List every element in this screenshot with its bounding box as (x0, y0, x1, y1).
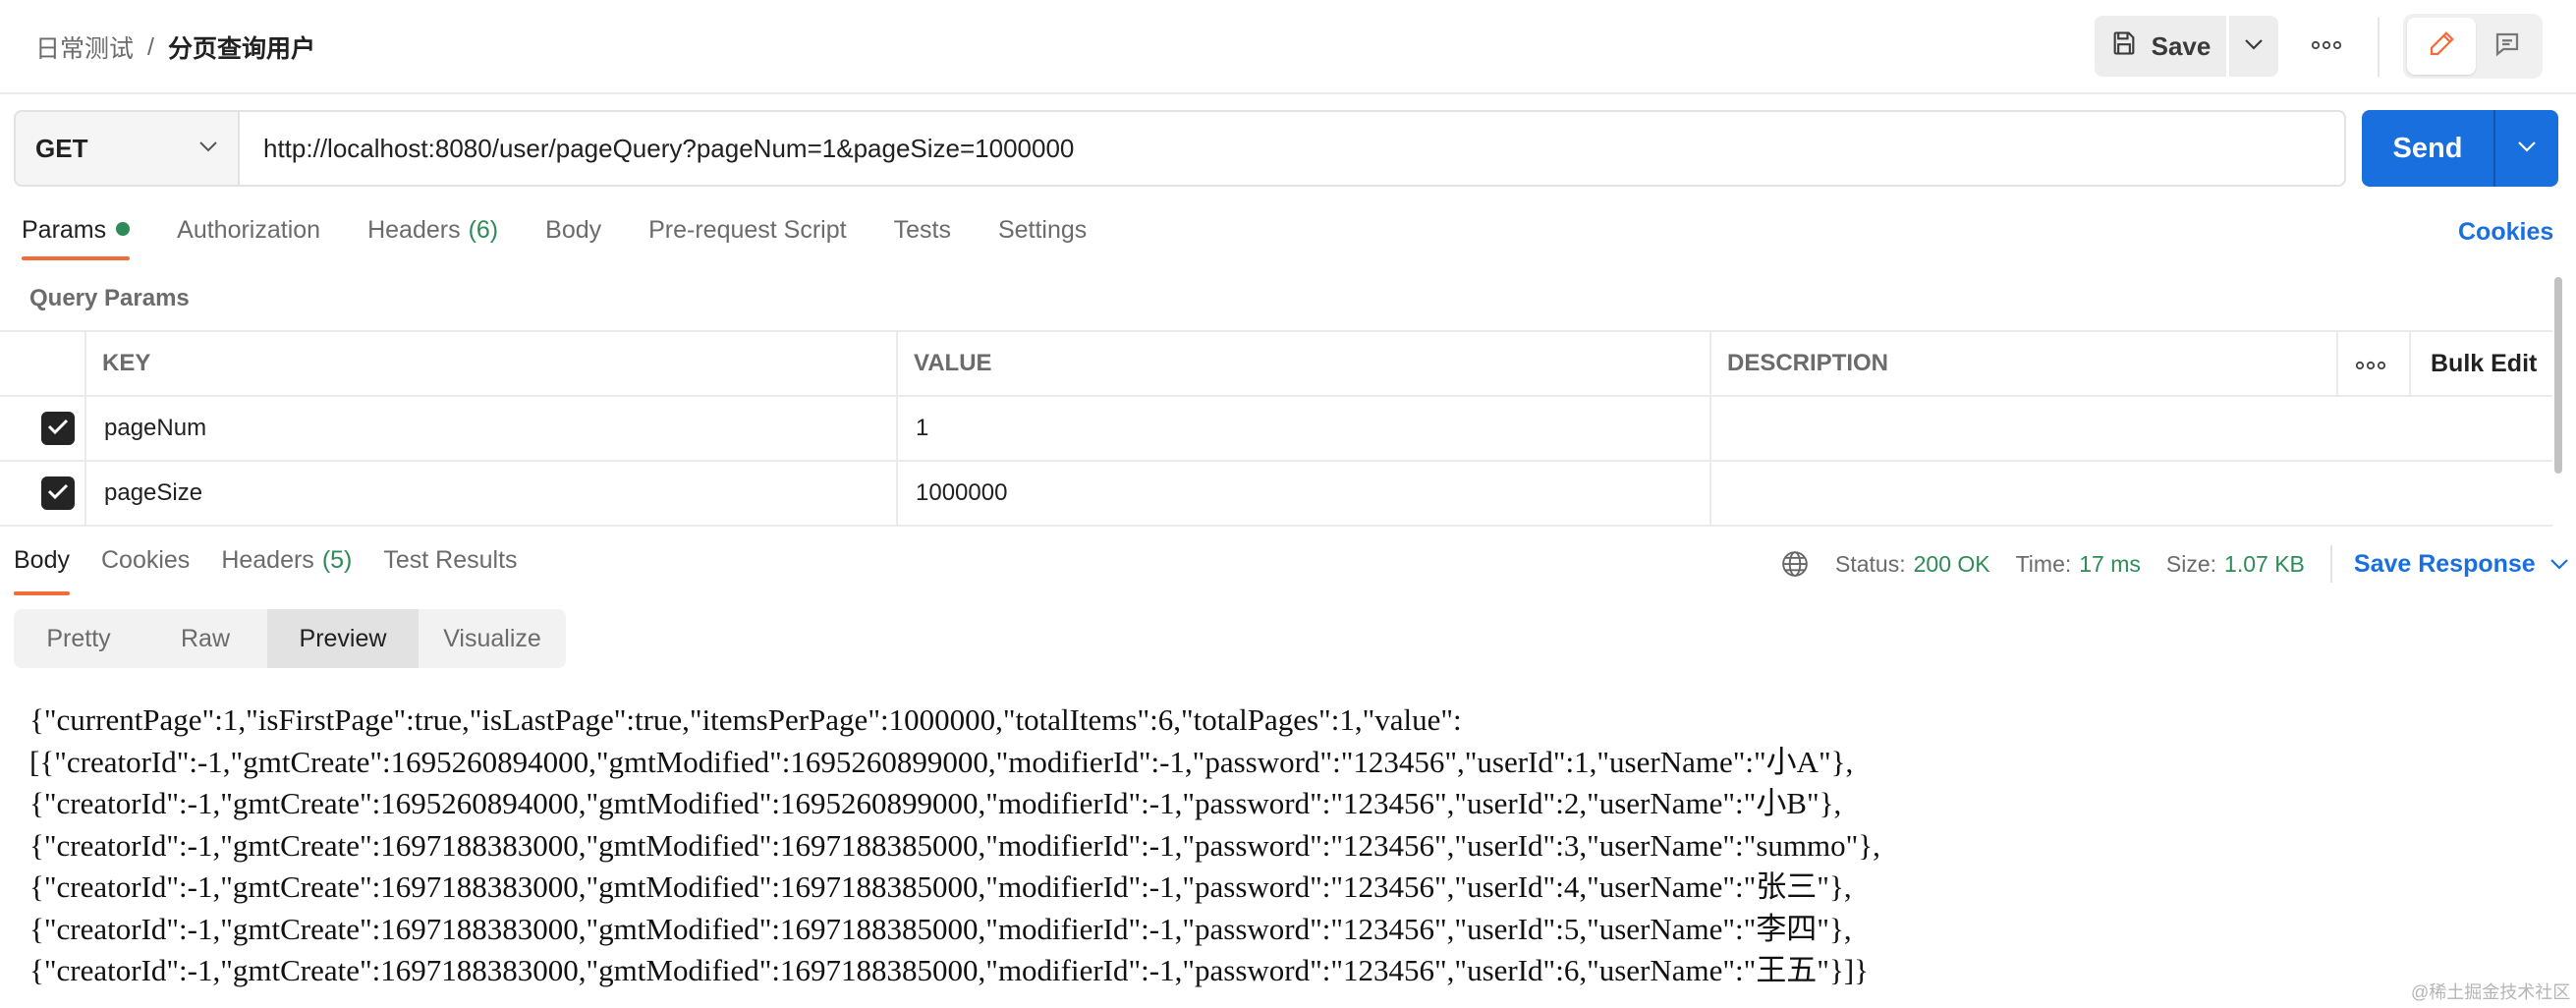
request-pane-scrollbar[interactable] (2554, 277, 2562, 474)
tab-headers[interactable]: Headers (6) (367, 216, 498, 260)
table-header-row: KEY VALUE DESCRIPTION Bulk Edit (0, 330, 2552, 395)
response-headers-count: (5) (321, 546, 353, 574)
param-value[interactable]: 1 (916, 397, 928, 460)
request-tabs: Params Authorization Headers (6) Body Pre… (22, 216, 1134, 265)
view-mode-toggle (2403, 14, 2543, 79)
status-label: Status: (1835, 550, 1906, 577)
send-options-button[interactable] (2495, 140, 2558, 157)
edit-mode-button[interactable] (2407, 18, 2476, 75)
param-key[interactable]: pageNum (104, 397, 206, 460)
format-raw[interactable]: Raw (143, 609, 267, 668)
globe-icon[interactable] (1780, 549, 1810, 579)
ellipsis-icon (2311, 37, 2342, 55)
pencil-icon (2427, 29, 2456, 64)
meta-divider (2329, 545, 2332, 583)
tab-params[interactable]: Params (22, 216, 131, 260)
tab-body[interactable]: Body (545, 216, 601, 260)
chevron-down-icon (2243, 37, 2265, 56)
documentation-button[interactable] (2476, 18, 2539, 75)
method-value: GET (35, 133, 88, 163)
preview-line: [{"creatorId":-1,"gmtCreate":16952608940… (29, 744, 1854, 779)
time-value[interactable]: 17 ms (2079, 551, 2141, 578)
size-value[interactable]: 1.07 KB (2224, 551, 2305, 578)
response-meta: Status: 200 OK Time: 17 ms Size: 1.07 KB… (1780, 544, 2569, 584)
body-format-selector: Pretty Raw Preview Visualize (14, 609, 566, 668)
preview-line: {"creatorId":-1,"gmtCreate":169718838300… (29, 827, 1880, 863)
table-options-button[interactable] (2355, 332, 2386, 395)
param-key[interactable]: pageSize (104, 462, 202, 525)
more-actions-button[interactable] (2305, 33, 2348, 59)
time-label: Time: (2015, 550, 2072, 577)
chevron-down-icon (2517, 140, 2537, 157)
format-pretty[interactable]: Pretty (14, 609, 143, 668)
floppy-disk-icon (2110, 29, 2138, 64)
tab-authorization[interactable]: Authorization (177, 216, 320, 260)
url-field (240, 110, 2346, 187)
preview-line: {"currentPage":1,"isFirstPage":true,"isL… (29, 702, 1462, 737)
query-params-title: Query Params (29, 285, 190, 311)
tab-response-headers[interactable]: Headers (5) (221, 546, 352, 595)
preview-line: {"creatorId":-1,"gmtCreate":169718838300… (29, 911, 1852, 946)
save-label: Save (2151, 30, 2212, 61)
table-row: pageNum 1 (0, 395, 2552, 460)
preview-line: {"creatorId":-1,"gmtCreate":169718838300… (29, 953, 1870, 987)
size-label: Size: (2165, 550, 2217, 577)
column-key: KEY (102, 350, 151, 376)
preview-line: {"creatorId":-1,"gmtCreate":169526089400… (29, 786, 1842, 820)
breadcrumb-collection[interactable]: 日常测试 (35, 29, 134, 65)
params-active-indicator (116, 222, 131, 237)
send-button-group: Send (2362, 110, 2558, 187)
format-preview[interactable]: Preview (267, 609, 419, 668)
send-button[interactable]: Send (2362, 133, 2493, 165)
comment-icon (2492, 29, 2522, 64)
tab-settings[interactable]: Settings (998, 216, 1087, 260)
header-rule (0, 92, 2576, 94)
method-select[interactable]: GET (14, 110, 240, 187)
tab-test-results[interactable]: Test Results (383, 546, 517, 595)
column-value: VALUE (914, 350, 992, 376)
watermark: @稀土掘金技术社区 (2411, 982, 2571, 1002)
param-value[interactable]: 1000000 (916, 462, 1007, 525)
url-input[interactable] (263, 133, 2228, 164)
chevron-down-icon (198, 140, 218, 157)
checkmark-icon (47, 415, 69, 442)
column-description: DESCRIPTION (1727, 350, 1889, 376)
bulk-edit-button[interactable]: Bulk Edit (2431, 332, 2537, 395)
save-response-button[interactable]: Save Response (2354, 550, 2569, 579)
response-tabs: Body Cookies Headers (5) Test Results (14, 546, 549, 595)
ellipsis-icon (2355, 350, 2386, 377)
save-button-group: Save (2095, 16, 2278, 77)
breadcrumb-separator: / (147, 32, 154, 61)
tab-pre-request-script[interactable]: Pre-request Script (648, 216, 846, 260)
preview-line: {"creatorId":-1,"gmtCreate":169718838300… (29, 869, 1852, 904)
chevron-down-icon (2549, 558, 2569, 570)
headers-count: (6) (468, 216, 499, 244)
tab-tests[interactable]: Tests (894, 216, 951, 260)
tab-response-body[interactable]: Body (14, 546, 70, 595)
format-visualize[interactable]: Visualize (419, 609, 566, 668)
tab-response-cookies[interactable]: Cookies (101, 546, 190, 595)
header-divider (2378, 18, 2380, 77)
param-checkbox[interactable] (41, 476, 75, 510)
save-button[interactable]: Save (2095, 16, 2226, 77)
save-options-button[interactable] (2229, 16, 2278, 77)
response-preview: {"currentPage":1,"isFirstPage":true,"isL… (29, 700, 2545, 992)
param-checkbox[interactable] (41, 412, 75, 445)
request-name[interactable]: 分页查询用户 (168, 29, 315, 65)
checkmark-icon (47, 479, 69, 507)
status-value[interactable]: 200 OK (1914, 551, 1990, 578)
table-row: pageSize 1000000 (0, 460, 2552, 525)
cookies-link[interactable]: Cookies (2458, 218, 2553, 247)
breadcrumb: 日常测试 / 分页查询用户 (35, 29, 315, 65)
